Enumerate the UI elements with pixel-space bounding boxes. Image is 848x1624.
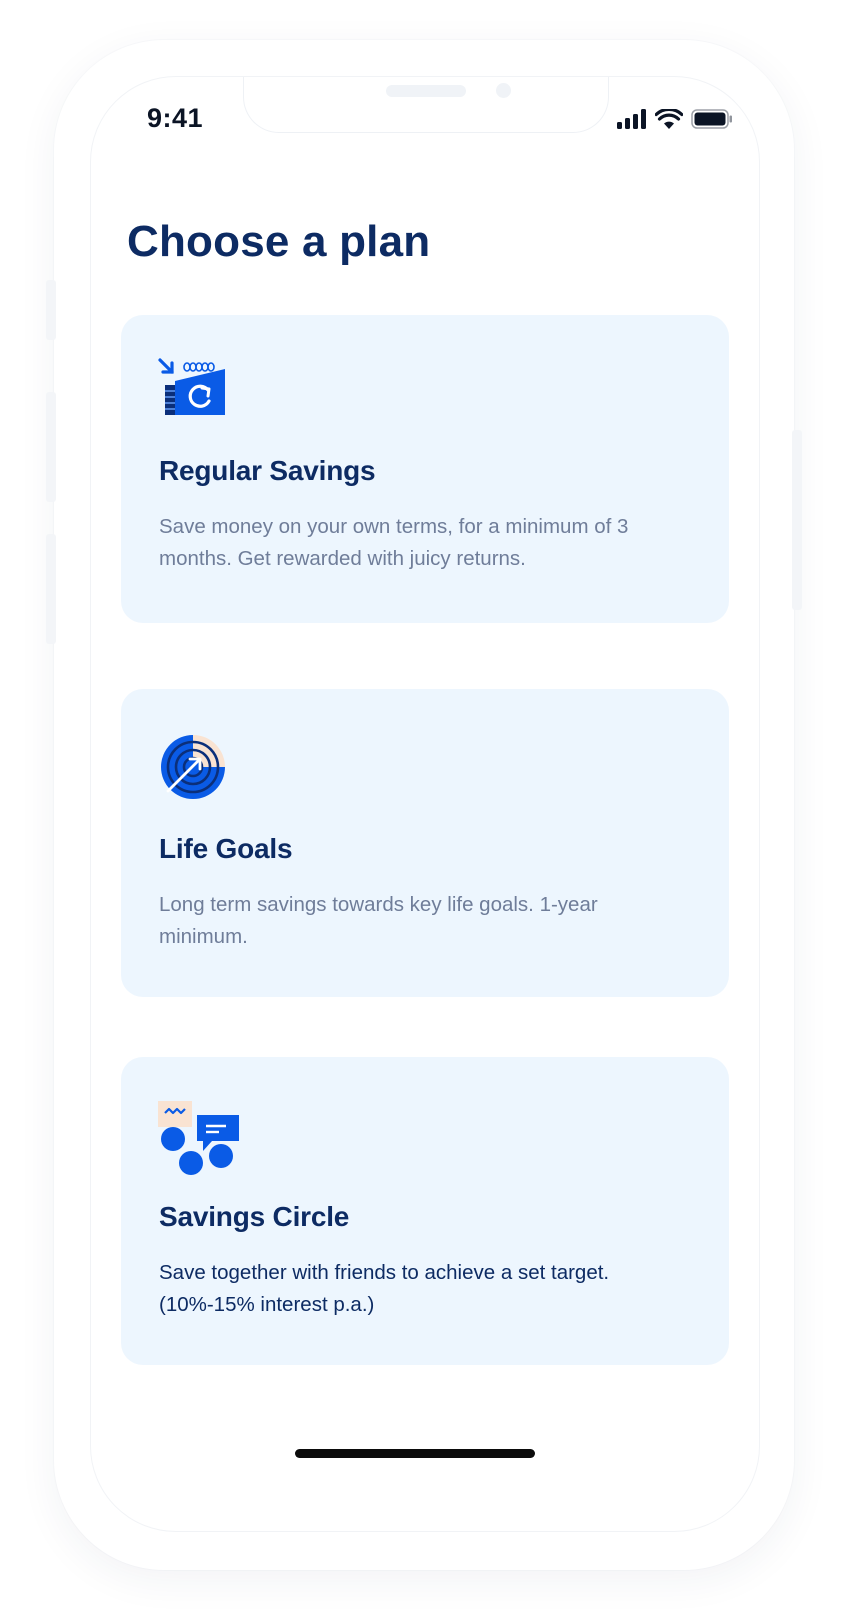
page-title: Choose a plan xyxy=(127,217,431,266)
plan-title: Regular Savings xyxy=(159,455,376,486)
phone-screen: 9:41 Choose a plan Regular Savings Save … xyxy=(90,76,760,1532)
plan-description: Save together with friends to achieve a … xyxy=(159,1261,610,1316)
target-arrow-icon xyxy=(161,735,225,799)
phone-side-button xyxy=(46,280,56,340)
front-camera xyxy=(496,83,511,98)
status-icons xyxy=(617,109,733,129)
plan-card-regular-savings[interactable]: Regular Savings Save money on your own t… xyxy=(121,315,729,623)
speaker xyxy=(386,85,466,97)
phone-side-button xyxy=(46,534,56,644)
group-chat-icon xyxy=(158,1101,239,1175)
calendar-refresh-icon xyxy=(158,358,225,415)
plan-card-life-goals[interactable]: Life Goals Long term savings towards key… xyxy=(121,689,729,997)
plan-description: Long term savings towards key life goals… xyxy=(159,893,598,948)
phone-side-button xyxy=(46,392,56,502)
status-time: 9:41 xyxy=(147,103,204,133)
plan-description: Save money on your own terms, for a mini… xyxy=(159,515,629,570)
notch xyxy=(243,77,609,133)
plan-title: Life Goals xyxy=(159,833,293,864)
battery-icon xyxy=(691,109,732,129)
phone-side-button xyxy=(792,430,802,610)
plan-title: Savings Circle xyxy=(159,1201,350,1232)
cellular-signal-icon xyxy=(617,109,646,129)
plan-card-savings-circle[interactable]: Savings Circle Save together with friend… xyxy=(121,1057,729,1365)
home-indicator[interactable] xyxy=(295,1449,535,1458)
wifi-icon xyxy=(655,109,683,129)
